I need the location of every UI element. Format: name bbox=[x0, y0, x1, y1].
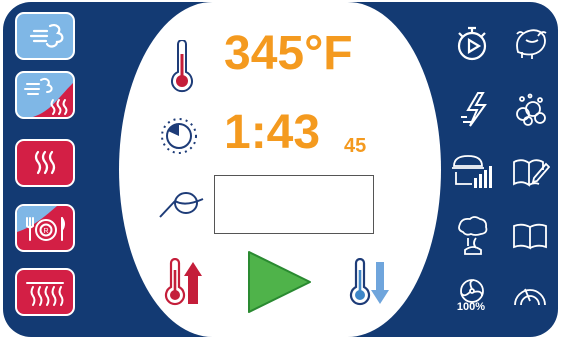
convection-icon bbox=[34, 150, 56, 175]
recipe-edit-icon[interactable] bbox=[512, 152, 550, 190]
smoke-icon[interactable] bbox=[455, 214, 491, 258]
combi-mode-button[interactable] bbox=[15, 71, 75, 119]
temperature-down-button[interactable] bbox=[349, 258, 391, 306]
thermometer-icon bbox=[171, 40, 193, 93]
cookbook-icon[interactable] bbox=[512, 222, 548, 250]
probe-display[interactable] bbox=[214, 175, 374, 234]
timer-readout[interactable]: 1:43 bbox=[224, 109, 320, 157]
rethermalize-mode-button[interactable]: R bbox=[15, 204, 75, 252]
wash-icon[interactable] bbox=[511, 90, 549, 130]
play-icon bbox=[248, 251, 311, 313]
temperature-readout[interactable]: 345°F bbox=[224, 30, 353, 78]
preheat-timer-icon[interactable] bbox=[453, 22, 495, 64]
grill-mode-button[interactable] bbox=[15, 268, 75, 316]
dial-icon[interactable] bbox=[511, 279, 549, 309]
start-button[interactable] bbox=[244, 248, 316, 316]
probe-icon bbox=[159, 192, 204, 218]
timer-icon bbox=[161, 118, 197, 154]
steam-mode-button[interactable] bbox=[15, 12, 75, 60]
temperature-up-button[interactable] bbox=[164, 258, 206, 306]
timer-seconds: 45 bbox=[344, 135, 367, 157]
combi-icon bbox=[24, 77, 73, 117]
grill-icon bbox=[26, 282, 64, 306]
fan-speed-percent: 100% bbox=[456, 301, 486, 313]
convection-mode-button[interactable] bbox=[15, 139, 75, 187]
cooking-chart-icon[interactable] bbox=[450, 152, 494, 192]
rethermalize-icon: R bbox=[17, 206, 65, 241]
svg-text:R: R bbox=[43, 228, 48, 235]
turkey-icon[interactable] bbox=[510, 22, 550, 64]
quick-power-icon[interactable] bbox=[458, 90, 492, 130]
steam-icon bbox=[29, 24, 64, 48]
